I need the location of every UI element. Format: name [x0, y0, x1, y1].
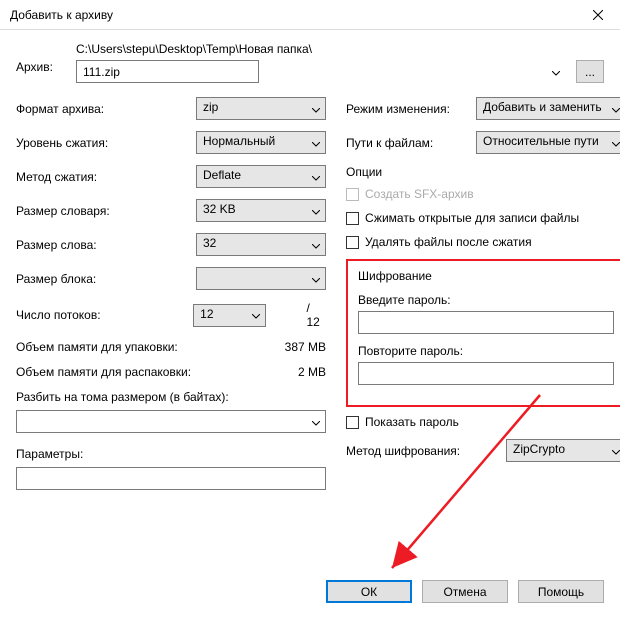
format-label: Формат архива:	[16, 102, 196, 116]
enc-method-select[interactable]: ZipCrypto	[506, 439, 620, 462]
show-password-label: Показать пароль	[365, 415, 459, 429]
threads-select[interactable]: 12	[193, 304, 266, 327]
method-label: Метод сжатия:	[16, 170, 196, 184]
archive-label: Архив:	[16, 42, 76, 74]
threads-total: / 12	[306, 301, 326, 329]
mode-select[interactable]: Добавить и заменить	[476, 97, 620, 120]
encryption-title: Шифрование	[358, 269, 614, 283]
password-input[interactable]	[358, 311, 614, 334]
paths-label: Пути к файлам:	[346, 136, 476, 150]
browse-button[interactable]: ...	[576, 60, 604, 83]
paths-select[interactable]: Относительные пути	[476, 131, 620, 154]
archive-path: C:\Users\stepu\Desktop\Temp\Новая папка\	[76, 42, 604, 56]
dict-select[interactable]: 32 KB	[196, 199, 326, 222]
cancel-button[interactable]: Отмена	[422, 580, 508, 603]
archive-filename-input[interactable]	[76, 60, 259, 83]
params-input[interactable]	[16, 467, 326, 490]
word-label: Размер слова:	[16, 238, 196, 252]
split-label: Разбить на тома размером (в байтах):	[16, 390, 326, 404]
help-button[interactable]: Помощь	[518, 580, 604, 603]
method-select[interactable]: Deflate	[196, 165, 326, 188]
block-label: Размер блока:	[16, 272, 196, 286]
delete-after-checkbox[interactable]	[346, 236, 359, 249]
format-select[interactable]: zip	[196, 97, 326, 120]
mem-unpack-value: 2 MB	[298, 365, 326, 379]
mem-pack-label: Объем памяти для упаковки:	[16, 340, 178, 354]
show-password-checkbox[interactable]	[346, 416, 359, 429]
repeat-password-label: Повторите пароль:	[358, 344, 614, 358]
options-title: Опции	[346, 165, 620, 179]
dict-label: Размер словаря:	[16, 204, 196, 218]
close-button[interactable]	[575, 0, 620, 30]
split-input[interactable]	[16, 410, 326, 433]
mem-pack-value: 387 MB	[285, 340, 326, 354]
repeat-password-input[interactable]	[358, 362, 614, 385]
threads-label: Число потоков:	[16, 308, 193, 322]
level-label: Уровень сжатия:	[16, 136, 196, 150]
sfx-checkbox	[346, 188, 359, 201]
chevron-down-icon	[552, 65, 560, 79]
encryption-group: Шифрование Введите пароль: Повторите пар…	[346, 259, 620, 407]
mode-label: Режим изменения:	[346, 102, 476, 116]
level-select[interactable]: Нормальный	[196, 131, 326, 154]
sfx-label: Создать SFX-архив	[365, 187, 474, 201]
ok-button[interactable]: ОК	[326, 580, 412, 603]
word-select[interactable]: 32	[196, 233, 326, 256]
params-label: Параметры:	[16, 447, 326, 461]
mem-unpack-label: Объем памяти для распаковки:	[16, 365, 191, 379]
enter-password-label: Введите пароль:	[358, 293, 614, 307]
window-title: Добавить к архиву	[10, 8, 575, 22]
compress-open-checkbox[interactable]	[346, 212, 359, 225]
titlebar: Добавить к архиву	[0, 0, 620, 30]
close-icon	[593, 10, 603, 20]
compress-open-label: Сжимать открытые для записи файлы	[365, 211, 579, 225]
block-select[interactable]	[196, 267, 326, 290]
enc-method-label: Метод шифрования:	[346, 444, 506, 458]
delete-after-label: Удалять файлы после сжатия	[365, 235, 532, 249]
